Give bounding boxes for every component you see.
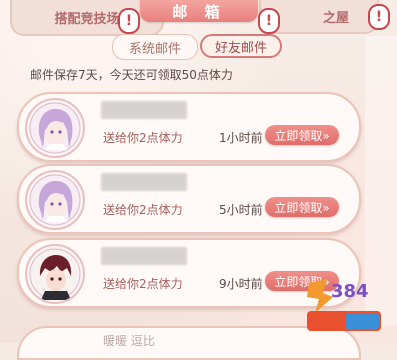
avatar <box>25 244 85 304</box>
sender-name-redacted <box>101 247 187 265</box>
claim-button-label: 立即领取» <box>274 128 330 143</box>
mail-item: 送给你2点体力 5小时前 立即领取» <box>17 164 361 234</box>
mail-time: 5小时前 <box>219 203 263 217</box>
tab-friend-mail[interactable]: 好友邮件 <box>200 34 282 58</box>
gift-text: 送给你2点体力 <box>103 131 183 145</box>
sender-name-redacted <box>101 173 187 191</box>
claim-button-label: 立即领取» <box>274 200 330 215</box>
room-banner-label: 之屋 <box>322 10 349 26</box>
tab-friend-mail-label: 好友邮件 <box>214 40 267 56</box>
mail-tabs: 系统邮件 好友邮件 <box>112 34 284 60</box>
claim-button[interactable]: 立即领取» <box>265 125 339 145</box>
mail-item: 送给你2点体力 1小时前 立即领取» <box>17 92 361 162</box>
sender-name-redacted <box>101 101 187 119</box>
avatar <box>25 98 85 158</box>
svg-text:384: 384 <box>331 281 369 302</box>
alert-icon: ! <box>118 8 140 34</box>
tab-system-mail-label: 系统邮件 <box>128 41 181 57</box>
mailbox-title: 邮 箱 <box>140 0 258 22</box>
mail-notice: 邮件保存7天，今天还可领取50点体力 <box>30 68 233 82</box>
alert-icon: ! <box>368 4 390 30</box>
arena-banner-label: 搭配竞技场 <box>54 11 120 27</box>
gift-text: 送给你2点体力 <box>103 277 183 291</box>
mail-time: 1小时前 <box>219 131 263 145</box>
claim-button[interactable]: 立即领取» <box>265 197 339 217</box>
mail-time: 9小时前 <box>219 277 263 291</box>
sender-name: 暖暖 逗比 <box>103 334 155 348</box>
gift-text: 送给你2点体力 <box>103 203 183 217</box>
mailbox-title-text: 邮 箱 <box>172 2 226 21</box>
tab-system-mail[interactable]: 系统邮件 <box>112 34 198 60</box>
site-watermark-logo: 384 <box>301 273 387 337</box>
alert-icon: ! <box>258 8 280 34</box>
avatar <box>25 170 85 230</box>
